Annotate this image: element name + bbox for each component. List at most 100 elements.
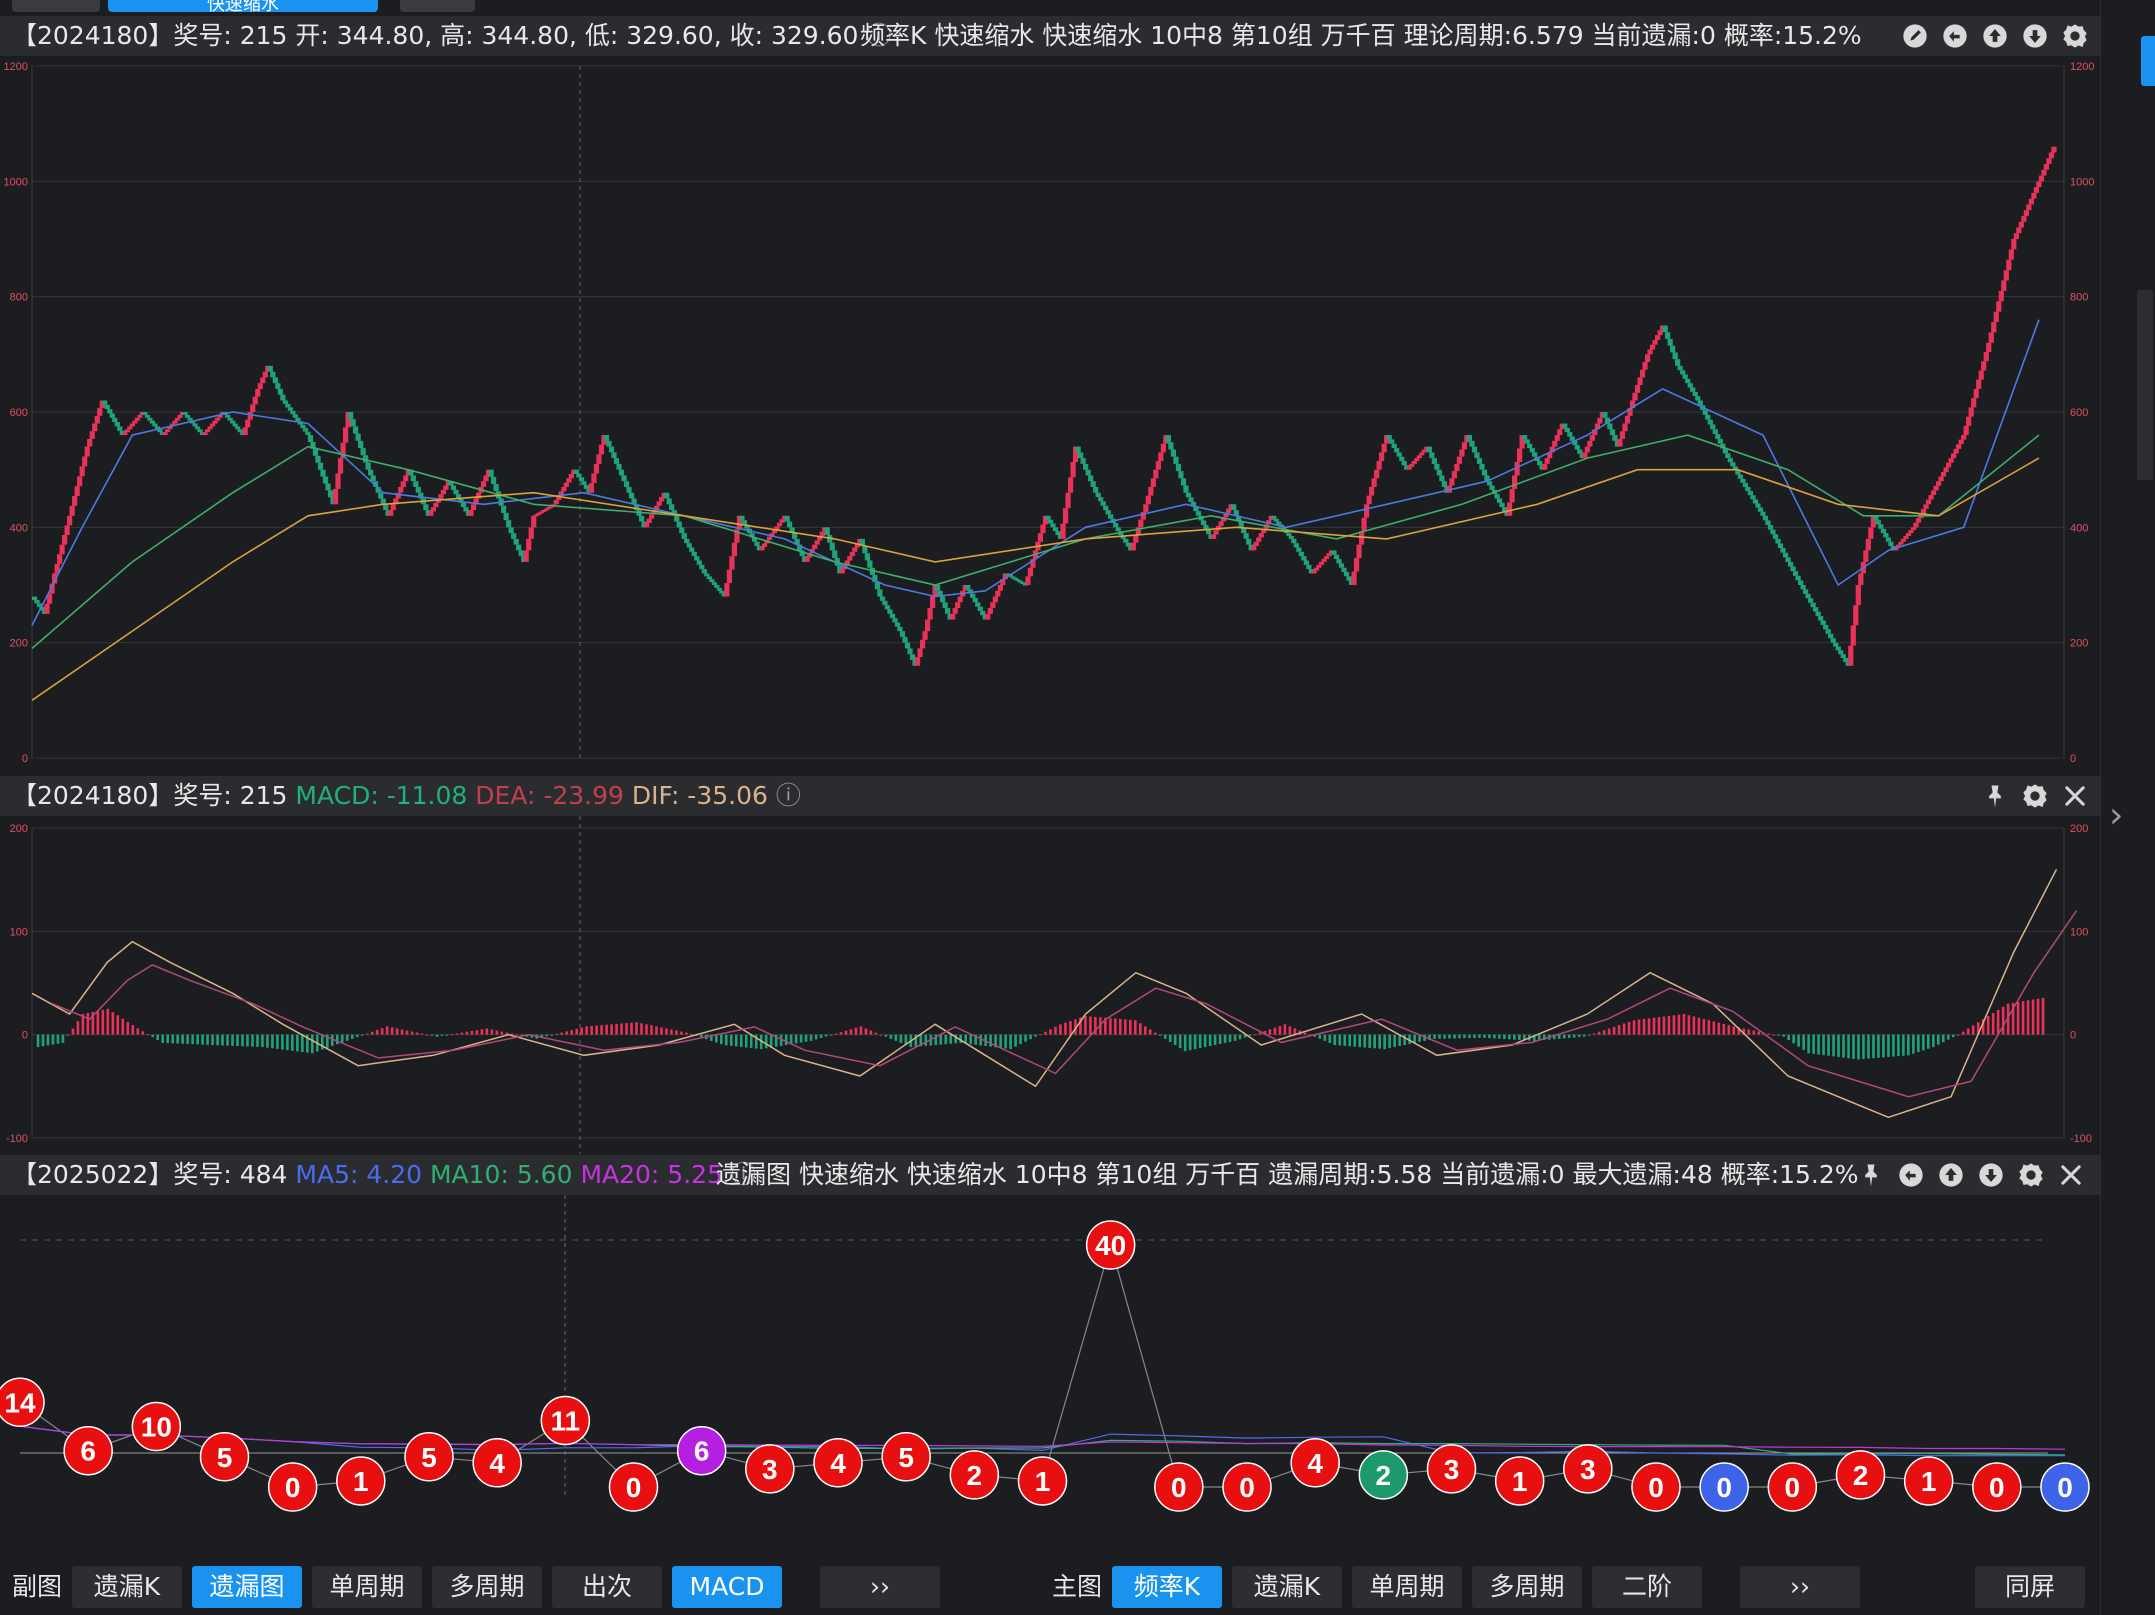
histogram-bar (1567, 1034, 1571, 1038)
omission-value-label: 0 (2057, 1472, 2073, 1503)
main-button-3[interactable]: 多周期 (1472, 1566, 1582, 1608)
histogram-bar (330, 1034, 334, 1047)
settings-icon[interactable] (2016, 1160, 2046, 1190)
histogram-bar (630, 1022, 633, 1035)
chevron-right-icon[interactable]: › (2109, 795, 2123, 836)
histogram-bar (1433, 1034, 1436, 1039)
candle (44, 603, 50, 614)
sync-screen-button[interactable]: 同屏 (1975, 1566, 2085, 1608)
histogram-bar (415, 1032, 419, 1035)
settings-icon[interactable] (2060, 21, 2090, 51)
arrow-down-icon[interactable] (1976, 1160, 2006, 1190)
candle (1025, 576, 1031, 585)
candle (2041, 169, 2047, 176)
histogram-bar (1378, 1034, 1381, 1049)
histogram-bar (769, 1034, 773, 1048)
candle (187, 417, 193, 421)
candle (400, 481, 406, 487)
main-indicators: 频率K 快速缩水 快速缩水 10中8 第10组 万千百 理论周期:6.579 当… (860, 21, 1862, 50)
histogram-bar (201, 1034, 204, 1045)
sub-button-0[interactable]: 遗漏K (72, 1566, 182, 1608)
arrow-down-icon[interactable] (2020, 21, 2050, 51)
main-button-2[interactable]: 单周期 (1352, 1566, 1462, 1608)
candle (1740, 478, 1746, 483)
candle (646, 518, 652, 524)
candle (2016, 227, 2022, 234)
settings-icon[interactable] (2020, 781, 2050, 811)
candle (1971, 398, 1977, 408)
candle (1055, 531, 1061, 536)
edit-icon[interactable] (1900, 21, 1930, 51)
arrow-up-icon[interactable] (1980, 21, 2010, 51)
scrollbar-thumb[interactable] (2137, 290, 2153, 480)
arrow-up-icon[interactable] (1936, 1160, 1966, 1190)
help-icon[interactable]: ⓘ (776, 781, 801, 810)
histogram-bar (116, 1015, 120, 1035)
candle (1522, 435, 1528, 440)
candle (1183, 485, 1189, 493)
tab-active[interactable]: 快速缩水 (108, 0, 378, 12)
candle (1710, 424, 1716, 430)
candle (252, 396, 258, 405)
undo-icon[interactable] (1896, 1160, 1926, 1190)
histogram-bar (1707, 1020, 1711, 1035)
histogram-bar (1183, 1034, 1187, 1052)
histogram-bar (241, 1034, 244, 1047)
candle (31, 596, 38, 600)
sidebar-accent[interactable] (2141, 36, 2155, 86)
omission-value-label: 2 (967, 1460, 983, 1491)
omission-chart[interactable]: 14 6 10 5 0 1 5 4 11 0 6 3 4 5 2 1 40 0 0 4 2 3 1 3 0 0 0 2 1 0 0 (0, 1195, 2100, 1560)
candle (1609, 429, 1616, 436)
candle (1306, 564, 1312, 570)
candle (1178, 471, 1184, 479)
histogram-bar (1832, 1034, 1835, 1057)
undo-icon[interactable] (1940, 21, 1970, 51)
histogram-bar (570, 1030, 573, 1035)
sub-button-1[interactable]: 遗漏图 (192, 1566, 302, 1608)
candle (1333, 554, 1340, 560)
pin-icon[interactable] (1980, 781, 2010, 811)
candle (1113, 523, 1119, 528)
pin-icon[interactable] (1856, 1160, 1886, 1190)
main-chart-header: 【2024180】奖号: 215 开: 344.80, 高: 344.80, 低… (0, 16, 2100, 56)
candle (1083, 463, 1089, 470)
y-tick-label-left: 0 (22, 1030, 28, 1042)
sub-more-button[interactable]: ›› (820, 1566, 940, 1608)
candle (1288, 535, 1294, 539)
candle (490, 476, 497, 485)
sub-button-2[interactable]: 单周期 (312, 1566, 422, 1608)
histogram-bar (1872, 1034, 1875, 1059)
candle (904, 642, 911, 649)
y-tick-label-right: 100 (2070, 926, 2088, 938)
close-icon[interactable] (2056, 1160, 2086, 1190)
macd-chart[interactable]: -100 -100 0 0 100 100 200 200 (0, 816, 2100, 1154)
omission-value-label: 0 (1239, 1472, 1255, 1503)
omission-value-label: 0 (1648, 1472, 1664, 1503)
main-button-4[interactable]: 二阶 (1592, 1566, 1702, 1608)
candle (1657, 330, 1663, 336)
main-button-1[interactable]: 遗漏K (1232, 1566, 1342, 1608)
main-button-0[interactable]: 频率K (1112, 1566, 1222, 1608)
sub-button-3[interactable]: 多周期 (432, 1566, 542, 1608)
candle (1853, 605, 1859, 626)
close-icon[interactable] (2060, 781, 2090, 811)
main-more-button[interactable]: ›› (1740, 1566, 1860, 1608)
frequency-k-chart[interactable]: 0 0 200 200 400 400 600 600 800 800 1000 1000 1200 12… (0, 56, 2100, 776)
histogram-bar (600, 1025, 603, 1035)
sub-button-5[interactable]: MACD (672, 1566, 782, 1608)
candle (970, 593, 976, 598)
candle (922, 631, 928, 640)
main-chart-label: 主图 (1052, 1572, 1103, 1601)
histogram-bar (1468, 1034, 1471, 1039)
histogram-bar (894, 1034, 898, 1041)
tab-left[interactable] (12, 0, 100, 12)
candle (67, 515, 73, 526)
candle (1130, 542, 1136, 551)
candle (350, 419, 356, 427)
tab-add[interactable] (400, 0, 475, 12)
candle (1105, 510, 1111, 515)
candle (1825, 629, 1831, 634)
candle (1253, 541, 1259, 547)
candle (506, 520, 512, 528)
sub-button-4[interactable]: 出次 (552, 1566, 662, 1608)
